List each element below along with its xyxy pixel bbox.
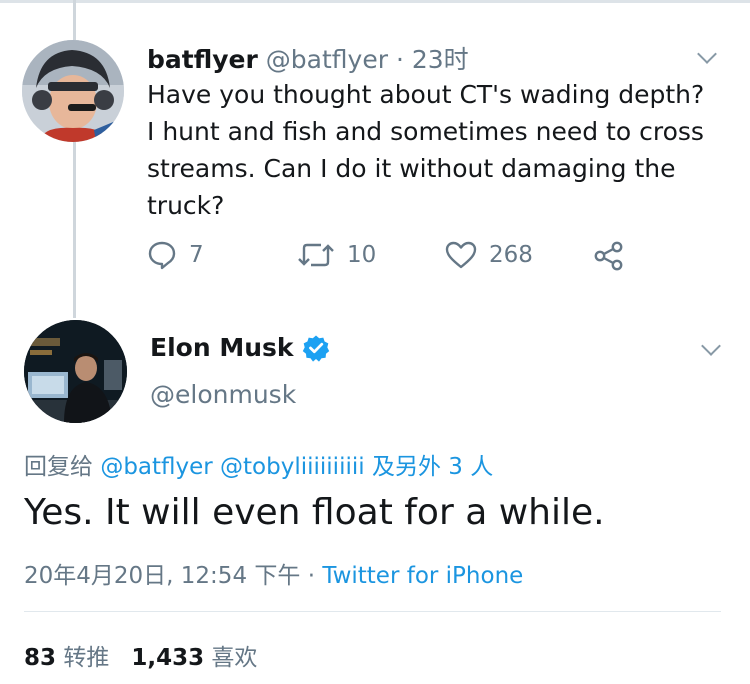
author-handle[interactable]: @batflyer — [266, 45, 388, 74]
reply-context: 回复给 @batflyer @tobyliiiiiiiiii 及另外 3 人 — [24, 447, 493, 481]
reply-others[interactable]: 及另外 3 人 — [372, 454, 493, 480]
author-name[interactable]: Elon Musk — [150, 333, 294, 362]
author-name[interactable]: batflyer — [147, 45, 258, 74]
tweet-text: Have you thought about CT's wading depth… — [147, 80, 705, 220]
likes-stat[interactable]: 1,433 喜欢 — [131, 645, 257, 671]
retweets-stat[interactable]: 83 转推 — [24, 645, 109, 671]
share-button[interactable] — [593, 240, 625, 272]
tweet-stats: 83 转推 1,433 喜欢 — [24, 638, 257, 672]
chevron-down-icon[interactable] — [701, 336, 721, 356]
heart-icon — [445, 241, 477, 269]
retweet-count: 10 — [347, 242, 377, 268]
reply-count: 7 — [189, 242, 204, 268]
reply-button[interactable]: 7 — [147, 240, 204, 270]
like-button[interactable]: 268 — [445, 240, 533, 270]
verified-badge-icon — [302, 335, 329, 362]
tweet-time[interactable]: 23时 — [412, 45, 469, 74]
author-handle[interactable]: @elonmusk — [150, 380, 296, 409]
reply-mentions[interactable]: @batflyer @tobyliiiiiiiiii — [100, 454, 364, 480]
tweet-meta: 20年4月20日, 12:54 下午 · Twitter for iPhone — [24, 556, 523, 590]
tweet-source[interactable]: Twitter for iPhone — [322, 563, 523, 589]
top-border — [0, 0, 750, 3]
avatar-photo-batflyer — [22, 40, 124, 142]
tweet-date[interactable]: 20年4月20日, 12:54 下午 — [24, 563, 300, 589]
main-tweet-author[interactable]: Elon Musk — [150, 333, 330, 362]
retweet-button[interactable]: 10 — [297, 240, 376, 270]
tweet-actions: 7 10 268 — [147, 240, 647, 280]
likes-count: 1,433 — [131, 645, 205, 671]
reply-icon — [148, 241, 176, 270]
retweets-count: 83 — [24, 645, 57, 671]
like-count: 268 — [489, 242, 533, 268]
avatar-batflyer[interactable] — [22, 40, 124, 142]
tweet-text: Yes. It will even float for a while. — [24, 492, 605, 533]
avatar-photo-elonmusk — [24, 320, 127, 423]
retweets-label: 转推 — [63, 645, 110, 671]
retweet-icon — [298, 243, 334, 267]
reply-tweet-header: batflyer @batflyer · 23时 — [147, 40, 469, 76]
likes-label: 喜欢 — [211, 645, 258, 671]
divider — [24, 611, 721, 612]
avatar-elonmusk[interactable] — [24, 320, 127, 423]
reply-prefix: 回复给 — [24, 454, 93, 480]
header-separator: · — [395, 45, 404, 74]
share-icon — [594, 241, 623, 271]
meta-separator: · — [307, 563, 316, 589]
chevron-down-icon[interactable] — [697, 44, 717, 64]
